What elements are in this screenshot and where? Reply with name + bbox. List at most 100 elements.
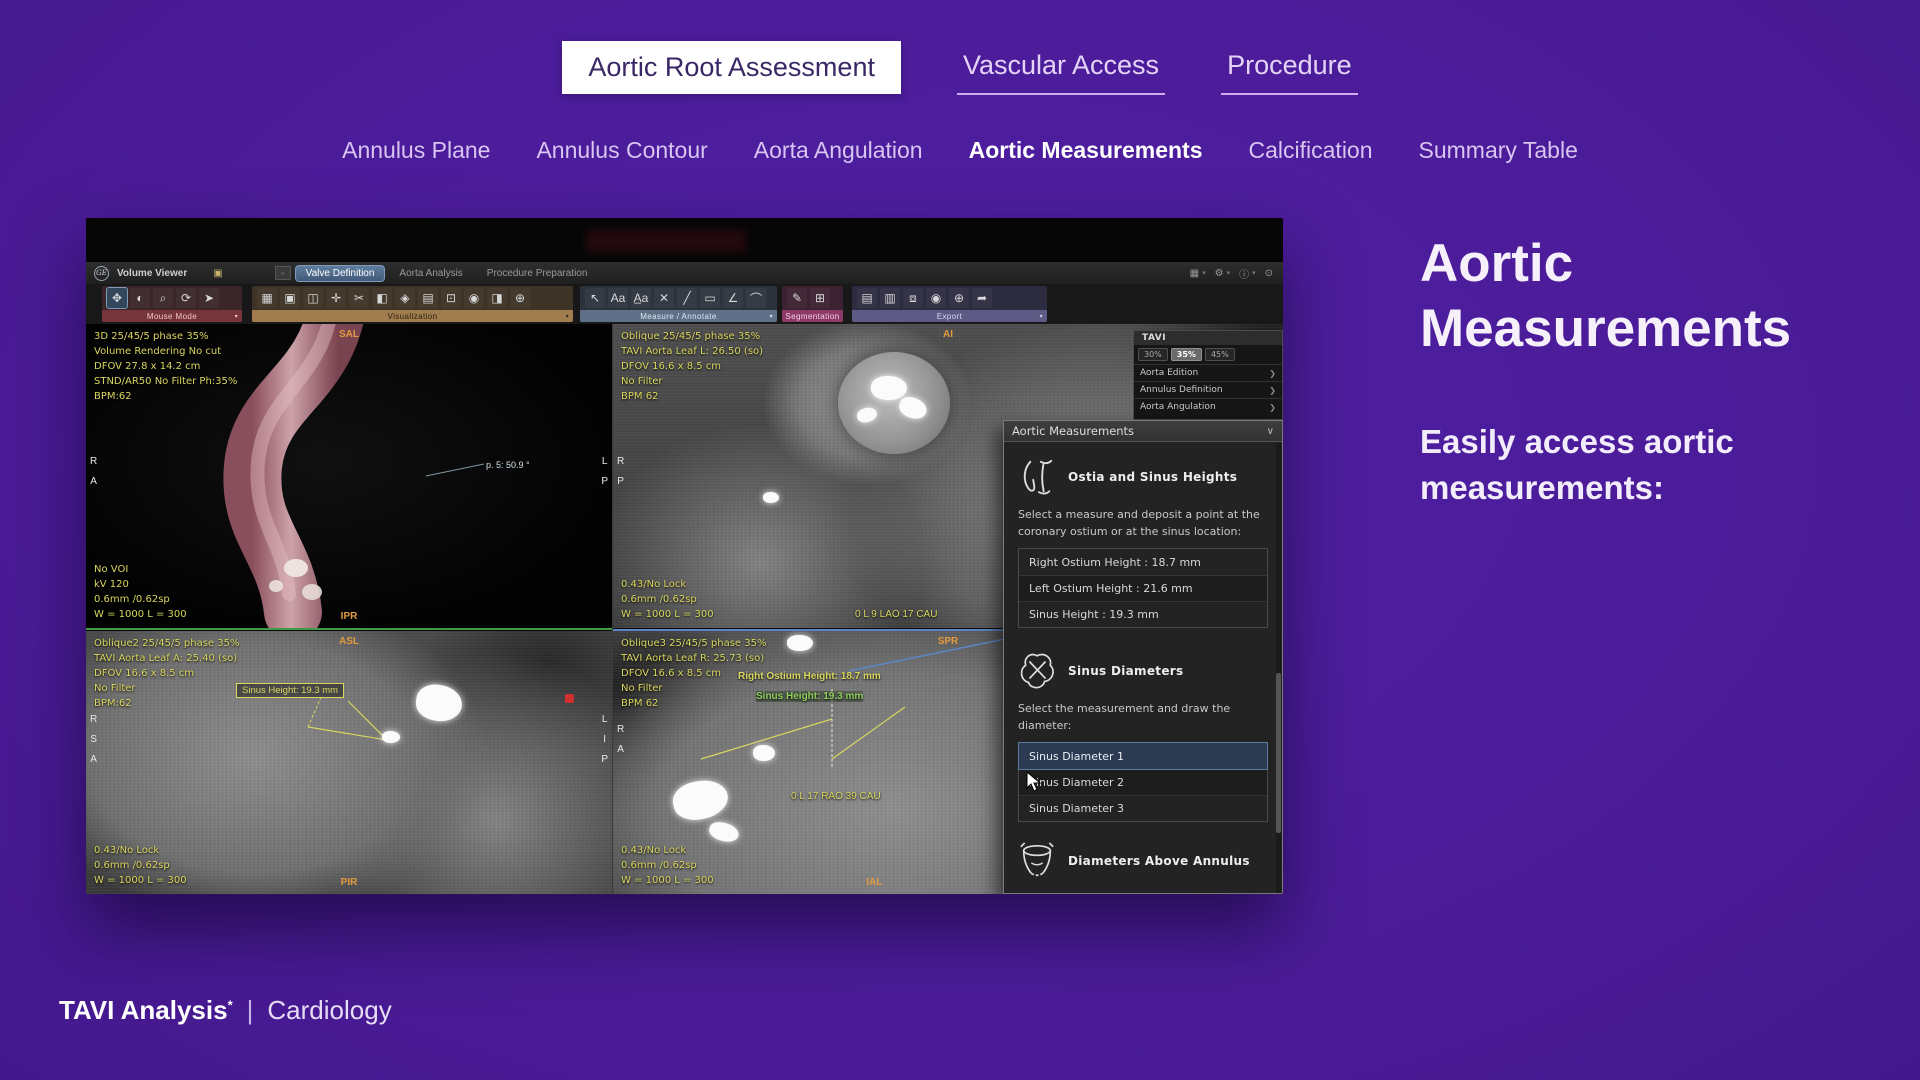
power-icon[interactable]: ⊙ [1265,268,1273,279]
windowing-tool-icon[interactable]: ◐ [130,288,150,308]
export-caret-icon[interactable]: ▾ [1040,313,1043,320]
app-name: Volume Viewer [117,268,187,279]
info-caret-icon[interactable]: ▾ [1252,269,1256,277]
layout-3d-icon[interactable]: ▦ [257,288,277,308]
sinus-diameters-list: Sinus Diameter 1 Sinus Diameter 2 Sinus … [1018,742,1268,822]
sinus-diameter-1-row[interactable]: Sinus Diameter 1 [1019,743,1267,769]
chevron-right-icon: ❯ [1269,369,1276,378]
roi-measure-icon[interactable]: ▭ [700,288,720,308]
sinus-diameter-2-row[interactable]: Sinus Diameter 2 [1019,769,1267,795]
tab-vascular-access[interactable]: Vascular Access [957,40,1165,95]
right-ostium-height-annotation[interactable]: Right Ostium Height: 18.7 mm [738,671,881,682]
tavi-item-aorta-angulation[interactable]: Aorta Angulation❯ [1134,398,1282,415]
settings-caret-icon[interactable]: ▾ [1227,269,1231,277]
copy-icon[interactable]: ⧈ [903,288,923,308]
browser-icon[interactable]: ▣ [213,268,222,279]
layout-caret-icon[interactable]: ▾ [1202,269,1206,277]
settings-gear-icon[interactable]: ⚙ [1215,268,1224,279]
new-layout-button[interactable]: ▫ [275,266,291,280]
half-view-icon[interactable]: ◨ [487,288,507,308]
measure-caret-icon[interactable]: ▾ [770,313,773,320]
print-icon[interactable]: ▥ [880,288,900,308]
orientation-label-bottom: IPR [341,611,358,622]
sinus-height-annotation-selected[interactable]: Sinus Height: 19.3 mm [756,691,863,702]
label-annotation-icon[interactable]: A̲a [631,288,651,308]
app-tab-valve-definition[interactable]: Valve Definition [295,265,386,282]
phase-45-button[interactable]: 45% [1205,348,1235,361]
orientation-letters-left: RA [90,452,97,492]
mpr-icon[interactable]: ▣ [280,288,300,308]
paint-segment-icon[interactable]: ✎ [787,288,807,308]
pointer-tool-icon[interactable]: ➤ [199,288,219,308]
phase-35-button[interactable]: 35% [1171,348,1202,361]
report-icon[interactable]: ▤ [857,288,877,308]
pan-tool-icon[interactable]: ✥ [107,288,127,308]
scissors-icon[interactable]: ✂ [349,288,369,308]
info-icon[interactable]: ⓘ [1239,266,1249,281]
phase-30-button[interactable]: 30% [1138,348,1168,361]
subnav-annulus-contour[interactable]: Annulus Contour [536,137,707,164]
app-titlebar: GE Volume Viewer ▣ ▫ Valve Definition Ao… [86,262,1283,284]
delete-measure-icon[interactable]: ✕ [654,288,674,308]
sinus-diameter-3-row[interactable]: Sinus Diameter 3 [1019,795,1267,821]
section-diameters-above-annulus: Diameters Above Annulus [1018,840,1268,882]
mouse-mode-caret-icon[interactable]: ▾ [235,313,238,320]
footer: TAVI Analysis* | Cardiology [59,995,392,1026]
layout-grid-icon[interactable]: ▤ [418,288,438,308]
window-top-strip [86,218,1283,262]
layout-icon[interactable]: ▦ [1190,268,1199,279]
volume-viewer-window: GE Volume Viewer ▣ ▫ Valve Definition Ao… [86,218,1283,894]
save-state-icon[interactable]: ⊕ [949,288,969,308]
app-tabstrip: ▫ Valve Definition Aorta Analysis Proced… [275,262,598,284]
export-label: Export [937,312,963,321]
distance-measure-icon[interactable]: ╱ [677,288,697,308]
send-icon[interactable]: ➦ [972,288,992,308]
subnav-calcification[interactable]: Calcification [1249,137,1373,164]
section-sinus-diameters: Sinus Diameters [1018,650,1268,692]
sphere-view-icon[interactable]: ◉ [464,288,484,308]
section-description: Select a measure and deposit a point at … [1018,506,1268,540]
cut-plane-icon[interactable]: ◧ [372,288,392,308]
text-annotation-icon[interactable]: Aa [608,288,628,308]
add-view-icon[interactable]: ⊕ [510,288,530,308]
calcification-blob [787,635,813,651]
panel-scrollbar[interactable] [1276,443,1281,894]
viewport-oblique2[interactable]: Sinus Height: 19.3 mm Oblique2 25/45/5 p… [86,631,612,894]
angle-measure-icon[interactable]: ∠ [723,288,743,308]
viewport-3d-tech-info: No VOI kV 120 0.6mm /0.62sp W = 1000 L =… [94,562,187,622]
rotate-tool-icon[interactable]: ⟳ [176,288,196,308]
slide-text-block: Aortic Measurements Easily access aortic… [1420,232,1860,510]
aortic-measurements-panel-header[interactable]: Aortic Measurements ∨ [1004,421,1282,442]
magnify-tool-icon[interactable]: ⌕ [153,288,173,308]
measure-annotate-label: Measure / Annotate [640,312,717,321]
viewport-divider-green [86,628,613,630]
camera-capture-icon[interactable]: ◉ [926,288,946,308]
subnav-annulus-plane[interactable]: Annulus Plane [342,137,490,164]
viewport-3d-volume[interactable]: 3D 25/45/5 phase 35% Volume Rendering No… [86,324,612,628]
tab-aortic-root-assessment[interactable]: Aortic Root Assessment [562,41,901,94]
app-tab-aorta-analysis[interactable]: Aorta Analysis [389,266,472,281]
volume-render-icon[interactable]: ◈ [395,288,415,308]
subnav-aortic-measurements[interactable]: Aortic Measurements [969,137,1203,164]
patient-info-redacted [586,230,746,252]
trademark-mark: * [228,997,233,1012]
spline-measure-icon[interactable]: ⌒ [746,288,766,308]
right-ostium-height-row[interactable]: Right Ostium Height : 18.7 mm [1019,549,1267,575]
visualization-caret-icon[interactable]: ▾ [566,313,569,320]
sinus-height-label[interactable]: Sinus Height: 19.3 mm [236,683,344,698]
sinus-height-row[interactable]: Sinus Height : 19.3 mm [1019,601,1267,627]
left-ostium-height-row[interactable]: Left Ostium Height : 21.6 mm [1019,575,1267,601]
subnav-summary-table[interactable]: Summary Table [1419,137,1578,164]
slab-icon[interactable]: ◫ [303,288,323,308]
app-tab-procedure-preparation[interactable]: Procedure Preparation [477,266,598,281]
subnav-aorta-angulation[interactable]: Aorta Angulation [754,137,923,164]
chevron-down-icon[interactable]: ∨ [1267,426,1274,437]
ge-logo-icon: GE [94,266,109,281]
tavi-item-aorta-edition[interactable]: Aorta Edition❯ [1134,364,1282,381]
select-measure-icon[interactable]: ↖ [585,288,605,308]
reference-image-icon[interactable]: ⊡ [441,288,461,308]
crosshair-icon[interactable]: ✛ [326,288,346,308]
tavi-item-annulus-definition[interactable]: Annulus Definition❯ [1134,381,1282,398]
region-segment-icon[interactable]: ⊞ [810,288,830,308]
tab-procedure[interactable]: Procedure [1221,40,1358,95]
